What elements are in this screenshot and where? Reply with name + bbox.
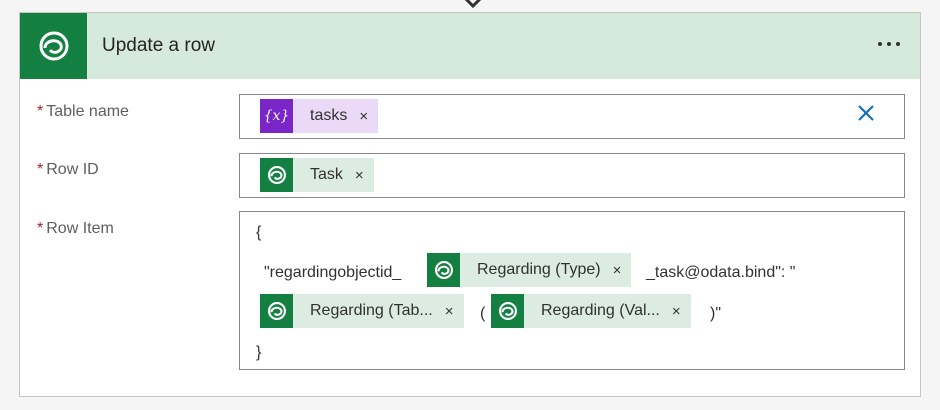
regarding-value-token[interactable]: Regarding (Val... × <box>491 294 691 328</box>
remove-token-icon[interactable]: × <box>355 167 364 184</box>
dataverse-icon <box>20 13 87 79</box>
text-prefix: "regardingobjectid_ <box>264 264 402 281</box>
remove-token-icon[interactable]: × <box>613 262 622 279</box>
row-id-field[interactable]: Task × <box>239 153 905 198</box>
row-item-label: * Row Item <box>37 220 114 237</box>
remove-token-icon[interactable]: × <box>359 108 368 125</box>
text-suffix: _task@odata.bind": " <box>646 264 796 281</box>
open-paren: ( <box>480 305 486 322</box>
row-id-label: * Row ID <box>37 161 99 178</box>
regarding-type-token[interactable]: Regarding (Type) × <box>427 253 632 287</box>
card-title: Update a row <box>102 35 216 56</box>
row-id-token[interactable]: Task × <box>260 158 374 192</box>
regarding-table-token[interactable]: Regarding (Tab... × <box>260 294 464 328</box>
table-name-field[interactable]: {x} tasks × <box>239 94 905 139</box>
chevron-down-icon <box>464 0 482 9</box>
table-name-label: * Table name <box>37 103 129 120</box>
table-name-token[interactable]: {x} tasks × <box>260 99 379 133</box>
remove-token-icon[interactable]: × <box>672 303 681 320</box>
close-brace: } <box>256 344 262 361</box>
open-brace: { <box>256 224 262 241</box>
card-header[interactable]: Update a row <box>20 13 920 79</box>
close-paren-quote: )" <box>710 305 722 322</box>
more-options-icon[interactable] <box>872 29 906 59</box>
variable-icon: {x} <box>260 99 293 133</box>
remove-token-icon[interactable]: × <box>445 303 454 320</box>
dataverse-icon <box>491 294 524 328</box>
dataverse-icon <box>427 253 460 287</box>
clear-icon[interactable] <box>856 103 876 123</box>
row-item-field[interactable]: { "regardingobjectid_ Regarding (Type) ×… <box>239 211 905 370</box>
dataverse-icon <box>260 294 293 328</box>
action-card: Update a row * Table name {x} tasks × * Ro… <box>19 12 921 397</box>
dataverse-icon <box>260 158 293 192</box>
